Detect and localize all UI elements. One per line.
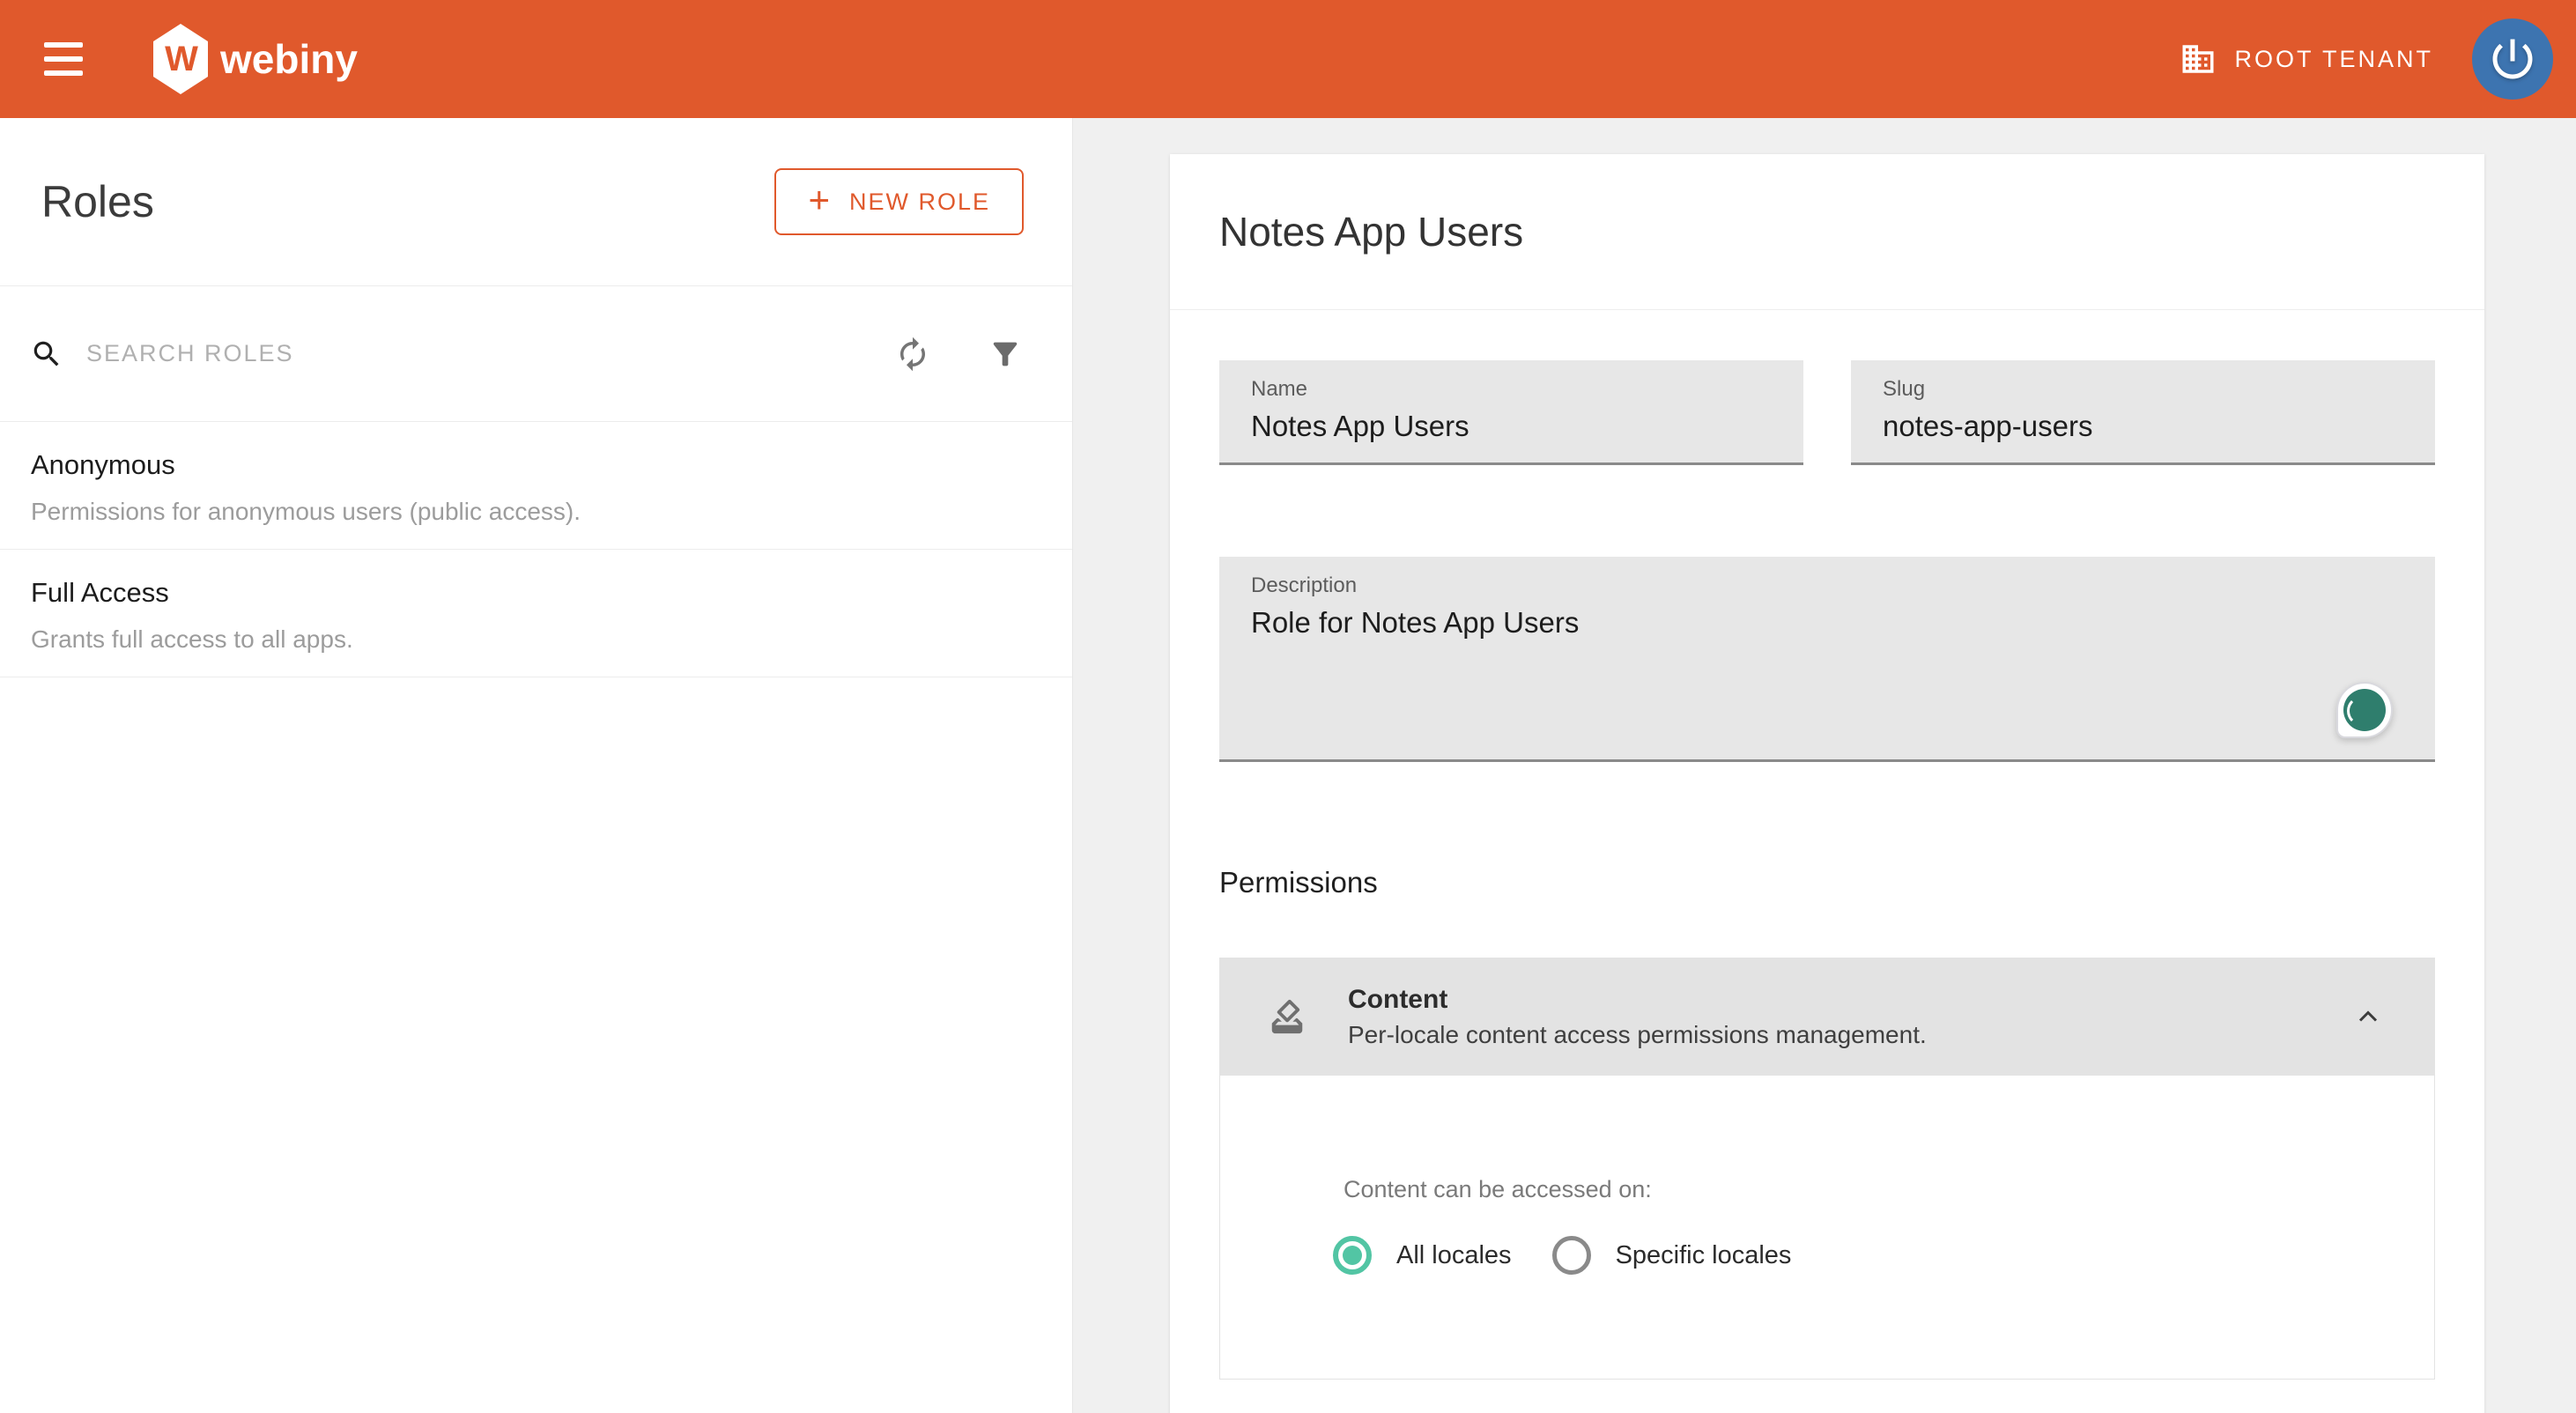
content-accordion-title: Content [1348, 985, 2352, 1015]
filter-icon [988, 337, 1023, 372]
content-access-question: Content can be accessed on: [1344, 1176, 2399, 1203]
search-input[interactable] [86, 340, 894, 367]
top-bar: W webiny ROOT TENANT [0, 0, 2576, 118]
radio-icon[interactable] [1552, 1236, 1591, 1275]
filter-button[interactable] [988, 337, 1023, 372]
role-list-item-full-access[interactable]: Full Access Grants full access to all ap… [0, 550, 1072, 677]
content-accordion-header[interactable]: Content Per-locale content access permis… [1219, 958, 2435, 1076]
role-name: Full Access [31, 577, 1041, 609]
content-accordion-body: Content can be accessed on: All locales … [1219, 1076, 2435, 1380]
roles-panel-header: Roles + NEW ROLE [0, 118, 1072, 286]
tenant-selector[interactable]: ROOT TENANT [2180, 41, 2433, 78]
permissions-heading: Permissions [1219, 866, 2435, 899]
role-form-title: Notes App Users [1219, 208, 1523, 255]
slug-field-value: notes-app-users [1883, 410, 2417, 443]
name-field[interactable]: Name Notes App Users [1219, 360, 1803, 465]
tenant-label: ROOT TENANT [2234, 46, 2433, 73]
description-field[interactable]: Description Role for Notes App Users [1219, 557, 2435, 762]
slug-field-label: Slug [1883, 377, 2417, 402]
radio-label: Specific locales [1616, 1241, 1792, 1270]
role-description: Permissions for anonymous users (public … [31, 498, 1041, 526]
building-icon [2180, 41, 2217, 78]
roles-panel: Roles + NEW ROLE [0, 118, 1073, 1413]
description-field-value: Role for Notes App Users [1251, 606, 2417, 640]
content-accordion-subtitle: Per-locale content access permissions ma… [1348, 1021, 2352, 1049]
refresh-icon [894, 336, 931, 373]
role-detail-area: Notes App Users Name Notes App Users Slu… [1073, 118, 2576, 1413]
collapse-icon[interactable] [2352, 1001, 2384, 1032]
webiny-admin-screen: W webiny ROOT TENANT Roles + NEW ROLE [0, 0, 2576, 1413]
name-field-value: Notes App Users [1251, 410, 1786, 443]
avatar-power-icon [2486, 33, 2539, 85]
content-permissions-accordion: Content Per-locale content access permis… [1219, 958, 2435, 1380]
menu-icon[interactable] [44, 42, 83, 76]
radio-option-specific-locales[interactable]: Specific locales [1552, 1236, 1792, 1275]
role-description: Grants full access to all apps. [31, 625, 1041, 654]
webiny-logo[interactable]: W webiny [153, 24, 358, 94]
page-title: Roles [41, 176, 154, 227]
new-role-button-label: NEW ROLE [849, 189, 990, 216]
locale-access-radio-group: All locales Specific locales [1333, 1236, 2399, 1275]
content-accordion-titles: Content Per-locale content access permis… [1348, 985, 2352, 1049]
new-role-button[interactable]: + NEW ROLE [774, 168, 1024, 235]
radio-label: All locales [1396, 1241, 1512, 1270]
roles-list: Anonymous Permissions for anonymous user… [0, 422, 1072, 677]
role-form-title-row: Notes App Users [1170, 154, 2484, 310]
roles-search-bar [0, 286, 1072, 422]
webiny-logotype: webiny [220, 35, 358, 83]
name-field-label: Name [1251, 377, 1786, 402]
content-section-icon [1267, 996, 1307, 1037]
slug-field[interactable]: Slug notes-app-users [1851, 360, 2435, 465]
user-avatar[interactable] [2472, 18, 2553, 100]
role-form-card: Notes App Users Name Notes App Users Slu… [1170, 154, 2484, 1413]
plus-icon: + [808, 181, 832, 218]
webiny-hexagon-icon: W [153, 24, 208, 94]
chat-widget-button[interactable] [2336, 682, 2393, 738]
radio-icon[interactable] [1333, 1236, 1372, 1275]
description-field-label: Description [1251, 573, 2417, 598]
chat-widget-icon [2343, 689, 2386, 731]
refresh-button[interactable] [894, 336, 931, 373]
search-icon [30, 337, 63, 371]
role-form-body: Name Notes App Users Slug notes-app-user… [1170, 310, 2484, 1380]
name-slug-row: Name Notes App Users Slug notes-app-user… [1219, 360, 2435, 465]
radio-option-all-locales[interactable]: All locales [1333, 1236, 1512, 1275]
role-list-item-anonymous[interactable]: Anonymous Permissions for anonymous user… [0, 422, 1072, 550]
role-name: Anonymous [31, 449, 1041, 481]
